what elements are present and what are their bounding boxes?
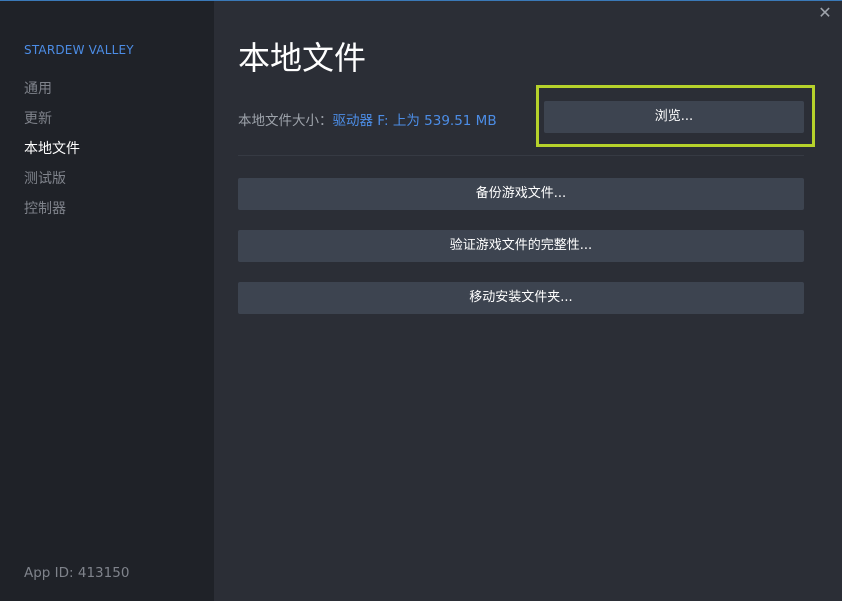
sidebar-item-updates[interactable]: 更新: [24, 109, 80, 139]
game-title: STARDEW VALLEY: [24, 43, 134, 57]
size-value-link[interactable]: 驱动器 F: 上为 539.51 MB: [333, 113, 497, 129]
page-title: 本地文件: [238, 39, 367, 77]
local-files-size-row: 本地文件大小：驱动器 F: 上为 539.51 MB: [238, 109, 497, 129]
browse-button[interactable]: 浏览...: [544, 101, 804, 133]
close-icon[interactable]: ✕: [816, 4, 834, 22]
section-divider: [238, 155, 804, 156]
properties-window: STARDEW VALLEY 通用 更新 本地文件 测试版 控制器 App ID…: [0, 0, 842, 601]
backup-game-files-button[interactable]: 备份游戏文件...: [238, 178, 804, 210]
sidebar-nav: 通用 更新 本地文件 测试版 控制器: [24, 79, 80, 229]
app-id-label: App ID: 413150: [24, 565, 130, 581]
sidebar-item-controller[interactable]: 控制器: [24, 199, 80, 229]
sidebar: STARDEW VALLEY 通用 更新 本地文件 测试版 控制器 App ID…: [0, 1, 214, 601]
move-install-folder-button[interactable]: 移动安装文件夹...: [238, 282, 804, 314]
main-panel: ✕ 本地文件 本地文件大小：驱动器 F: 上为 539.51 MB 浏览... …: [214, 1, 842, 601]
verify-integrity-button[interactable]: 验证游戏文件的完整性...: [238, 230, 804, 262]
sidebar-item-betas[interactable]: 测试版: [24, 169, 80, 199]
sidebar-item-general[interactable]: 通用: [24, 79, 80, 109]
size-label: 本地文件大小：: [238, 113, 333, 129]
sidebar-item-local-files[interactable]: 本地文件: [24, 139, 80, 169]
